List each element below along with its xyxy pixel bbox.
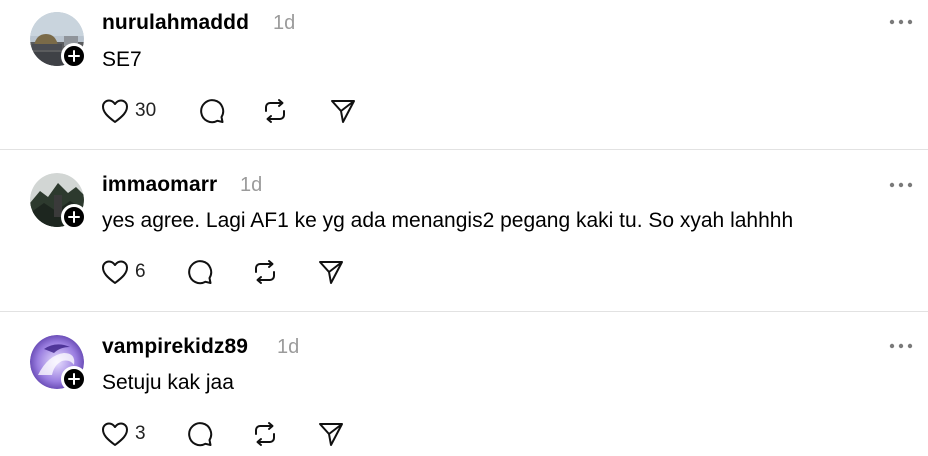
reply-button[interactable] [185, 257, 213, 287]
comment-icon [188, 260, 213, 285]
follow-plus-icon[interactable] [61, 43, 87, 69]
username[interactable]: nurulahmaddd [102, 11, 249, 35]
heart-icon [102, 422, 128, 446]
avatar-2[interactable] [30, 173, 87, 230]
like-button[interactable]: 3 [101, 419, 146, 449]
repost-button[interactable] [251, 257, 279, 287]
more-options-icon[interactable] [888, 180, 914, 190]
timestamp[interactable]: 1d [240, 174, 262, 197]
repost-icon [265, 99, 285, 123]
like-count: 30 [135, 100, 157, 121]
post-3: vampirekidz89 1d Setuju kak jaa 3 [0, 312, 928, 456]
timestamp[interactable]: 1d [273, 12, 295, 35]
heart-icon [102, 260, 128, 284]
post-2: immaomarr 1d yes agree. Lagi AF1 ke yg a… [0, 150, 928, 312]
like-count: 3 [135, 423, 146, 444]
send-icon [319, 423, 343, 446]
comment-icon [200, 99, 225, 124]
repost-icon [255, 422, 275, 446]
post-text: yes agree. Lagi AF1 ke yg ada menangis2 … [102, 209, 794, 232]
reply-button[interactable] [185, 419, 213, 449]
more-options-icon[interactable] [888, 341, 914, 351]
share-button[interactable] [317, 257, 345, 287]
post-text: SE7 [102, 48, 142, 71]
post-text: Setuju kak jaa [102, 371, 234, 394]
repost-button[interactable] [261, 96, 289, 126]
follow-plus-icon[interactable] [61, 204, 87, 230]
like-button[interactable]: 6 [101, 257, 146, 287]
post-1: nurulahmaddd 1d SE7 30 [0, 0, 928, 150]
username[interactable]: vampirekidz89 [102, 335, 248, 359]
share-button[interactable] [329, 96, 357, 126]
like-count: 6 [135, 261, 146, 282]
username[interactable]: immaomarr [102, 173, 217, 197]
timestamp[interactable]: 1d [277, 336, 299, 359]
send-icon [331, 100, 355, 123]
repost-icon [255, 260, 275, 284]
follow-plus-icon[interactable] [61, 366, 87, 392]
reply-button[interactable] [197, 96, 225, 126]
avatar-1[interactable] [30, 12, 87, 69]
repost-button[interactable] [251, 419, 279, 449]
share-button[interactable] [317, 419, 345, 449]
avatar-3[interactable] [30, 335, 87, 392]
heart-icon [102, 99, 128, 123]
send-icon [319, 261, 343, 284]
comment-icon [188, 422, 213, 447]
more-options-icon[interactable] [888, 17, 914, 27]
like-button[interactable]: 30 [101, 96, 156, 126]
